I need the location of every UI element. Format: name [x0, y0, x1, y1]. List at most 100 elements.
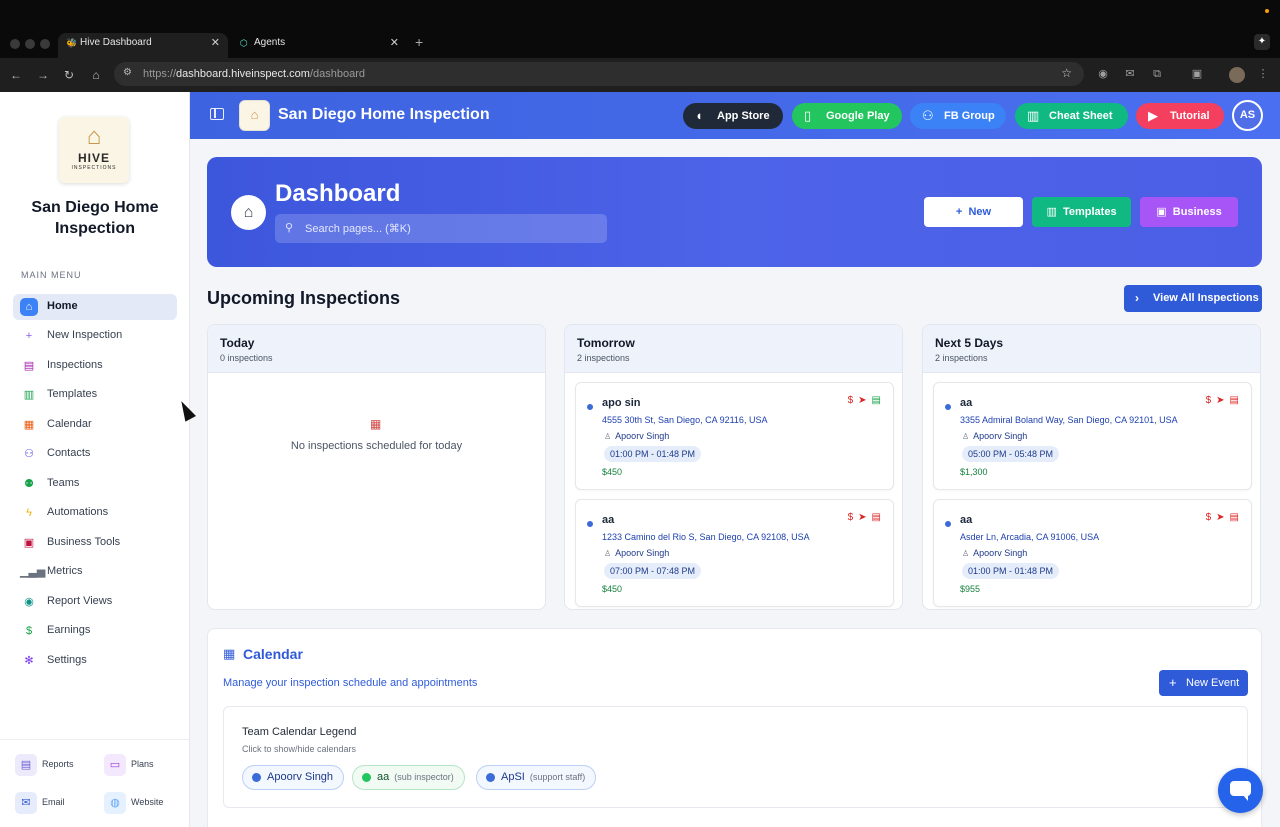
payment-icon[interactable]: $ [848, 512, 854, 523]
footer-item-plans[interactable]: ▭ Plans [104, 754, 184, 776]
business-button[interactable]: ▣ Business [1140, 197, 1238, 227]
chevron-right-icon: › [1135, 291, 1139, 305]
person-icon: ♙ [604, 432, 612, 441]
google-play-button[interactable]: ▯ Google Play [792, 103, 902, 129]
price: $1,300 [960, 467, 988, 477]
sidebar-item-report-views[interactable]: ◉ Report Views [13, 589, 177, 615]
new-button[interactable]: + New [924, 197, 1023, 227]
sidebar-item-automations[interactable]: ϟ Automations [13, 500, 177, 526]
business-logo: ⌂ HIVE INSPECTIONS [59, 117, 129, 183]
browser-tab-hive-dashboard[interactable]: 🐝 Hive Dashboard ✕ [58, 33, 228, 58]
more-menu-icon[interactable]: ⋮ [1256, 67, 1270, 81]
browser-tab-agents[interactable]: ⬡ Agents ✕ [232, 33, 407, 58]
report-file-icon[interactable]: ▤ [1230, 512, 1239, 523]
legend-chip-apsi[interactable]: ApSI (support staff) [476, 765, 597, 790]
chat-support-button[interactable] [1218, 768, 1263, 813]
sidebar-item-home[interactable]: ⌂ Home [13, 294, 177, 320]
camera-extension-icon[interactable]: ◉ [1096, 67, 1110, 81]
sidebar-item-calendar[interactable]: ▦ Calendar [13, 412, 177, 438]
tab-title: Hive Dashboard [80, 37, 152, 48]
legend-chip-aa[interactable]: aa (sub inspector) [352, 765, 465, 790]
search-placeholder: Search pages... (⌘K) [305, 223, 411, 235]
ai-sparkle-icon[interactable]: ✦ [1254, 34, 1270, 50]
next-5-days-column: Next 5 Days 2 inspections aa 3355 Admira… [922, 324, 1261, 610]
close-tab-icon[interactable]: ✕ [390, 33, 399, 53]
payment-icon[interactable]: $ [1206, 512, 1212, 523]
calendar-subtitle: Manage your inspection schedule and appo… [223, 677, 478, 689]
window-minimize-dot[interactable] [25, 39, 35, 49]
bookmark-star-icon[interactable]: ☆ [1061, 66, 1072, 80]
report-file-icon[interactable]: ▤ [872, 395, 881, 406]
sidebar-item-metrics[interactable]: ▁▃▅ Metrics [13, 559, 177, 585]
sidebar-toggle-icon[interactable] [210, 108, 224, 120]
tab-title: Agents [254, 37, 286, 48]
browser-profile-avatar[interactable] [1229, 67, 1245, 83]
time-badge: 07:00 PM - 07:48 PM [604, 563, 702, 579]
logo-text: HIVE [77, 151, 110, 165]
browser-address-bar: ← → ↻ ⌂ ⚙ https://dashboard.hiveinspect.… [0, 58, 1280, 92]
clipboard-icon: ▤ [23, 360, 35, 372]
send-icon[interactable]: ➤ [1216, 395, 1224, 406]
payment-icon[interactable]: $ [848, 395, 854, 406]
inspection-card[interactable]: aa 3355 Admiral Boland Way, San Diego, C… [933, 382, 1252, 490]
logo-subtext: INSPECTIONS [71, 165, 117, 171]
report-file-icon[interactable]: ▤ [872, 512, 881, 523]
legend-chip-apoorv-singh[interactable]: Apoorv Singh [242, 765, 345, 790]
business-name: San Diego Home Inspection [31, 199, 159, 237]
sidebar-item-new-inspection[interactable]: + New Inspection [13, 323, 177, 349]
status-dot [587, 521, 593, 527]
send-icon[interactable]: ➤ [858, 512, 866, 523]
inspection-card[interactable]: aa Asder Ln, Arcadia, CA 91006, USA ♙ Apo… [933, 499, 1252, 607]
price: $450 [602, 584, 623, 594]
calendar-title: Calendar [243, 646, 303, 662]
send-icon[interactable]: ➤ [858, 395, 866, 406]
calendar-section: ▦ Calendar Manage your inspection schedu… [207, 628, 1262, 827]
inspection-card[interactable]: aa 1233 Camino del Rio S, San Diego, CA … [575, 499, 894, 607]
header-title: San Diego Home Inspection [278, 106, 490, 123]
new-event-button[interactable]: + New Event [1159, 670, 1248, 696]
reload-icon[interactable]: ↻ [61, 67, 77, 83]
plus-icon: + [25, 330, 33, 342]
footer-item-reports[interactable]: ▤ Reports [15, 754, 95, 776]
report-file-icon[interactable]: ▤ [1230, 395, 1239, 406]
inspection-card[interactable]: apo sin 4555 30th St, San Diego, CA 9211… [575, 382, 894, 490]
sidebar-item-teams[interactable]: ⚉ Teams [13, 471, 177, 497]
calendar-icon: ▦ [223, 646, 236, 661]
sidebar-item-templates[interactable]: ▥ Templates [13, 382, 177, 408]
sidebar-item-inspections[interactable]: ▤ Inspections [13, 353, 177, 379]
split-view-icon[interactable]: ▣ [1190, 67, 1204, 81]
home-browser-icon[interactable]: ⌂ [88, 67, 104, 83]
fb-group-button[interactable]: ⚇ FB Group [910, 103, 1006, 129]
status-dot [945, 521, 951, 527]
forward-icon[interactable]: → [35, 67, 51, 83]
templates-button[interactable]: ▥ Templates [1032, 197, 1131, 227]
new-tab-icon[interactable]: + [415, 34, 423, 50]
back-icon[interactable]: ← [8, 67, 24, 83]
url-field[interactable]: ⚙ https://dashboard.hiveinspect.com/dash… [114, 62, 1084, 86]
sidebar-item-contacts[interactable]: ⚇ Contacts [13, 441, 177, 467]
view-all-inspections-button[interactable]: › View All Inspections [1124, 285, 1262, 312]
page-title: Dashboard [275, 180, 401, 207]
column-header: Next 5 Days 2 inspections [923, 325, 1260, 373]
user-avatar[interactable]: AS [1232, 100, 1263, 131]
payment-icon[interactable]: $ [1206, 395, 1212, 406]
send-icon[interactable]: ➤ [1216, 512, 1224, 523]
search-icon: ⚲ [285, 222, 294, 234]
tutorial-button[interactable]: ▶ Tutorial [1136, 103, 1224, 129]
app-header: ⌂ San Diego Home Inspection ◖ App Store ▯… [190, 92, 1280, 139]
close-tab-icon[interactable]: ✕ [211, 33, 220, 53]
site-settings-icon[interactable]: ⚙ [123, 67, 132, 78]
sidebar-item-business-tools[interactable]: ▣ Business Tools [13, 530, 177, 556]
footer-item-website[interactable]: ◍ Website [104, 792, 184, 814]
footer-item-email[interactable]: ✉ Email [15, 792, 95, 814]
puzzle-extension-icon[interactable]: ⧉ [1150, 67, 1164, 81]
mail-icon: ✉ [15, 792, 37, 814]
sidebar-item-earnings[interactable]: $ Earnings [13, 618, 177, 644]
window-zoom-dot[interactable] [40, 39, 50, 49]
sidebar-item-settings[interactable]: ✻ Settings [13, 648, 177, 674]
page-search-input[interactable]: ⚲ Search pages... (⌘K) [275, 214, 607, 243]
mail-extension-icon[interactable]: ✉ [1123, 67, 1137, 81]
window-close-dot[interactable] [10, 39, 20, 49]
cheat-sheet-button[interactable]: ▥ Cheat Sheet [1015, 103, 1128, 129]
app-store-button[interactable]: ◖ App Store [683, 103, 783, 129]
